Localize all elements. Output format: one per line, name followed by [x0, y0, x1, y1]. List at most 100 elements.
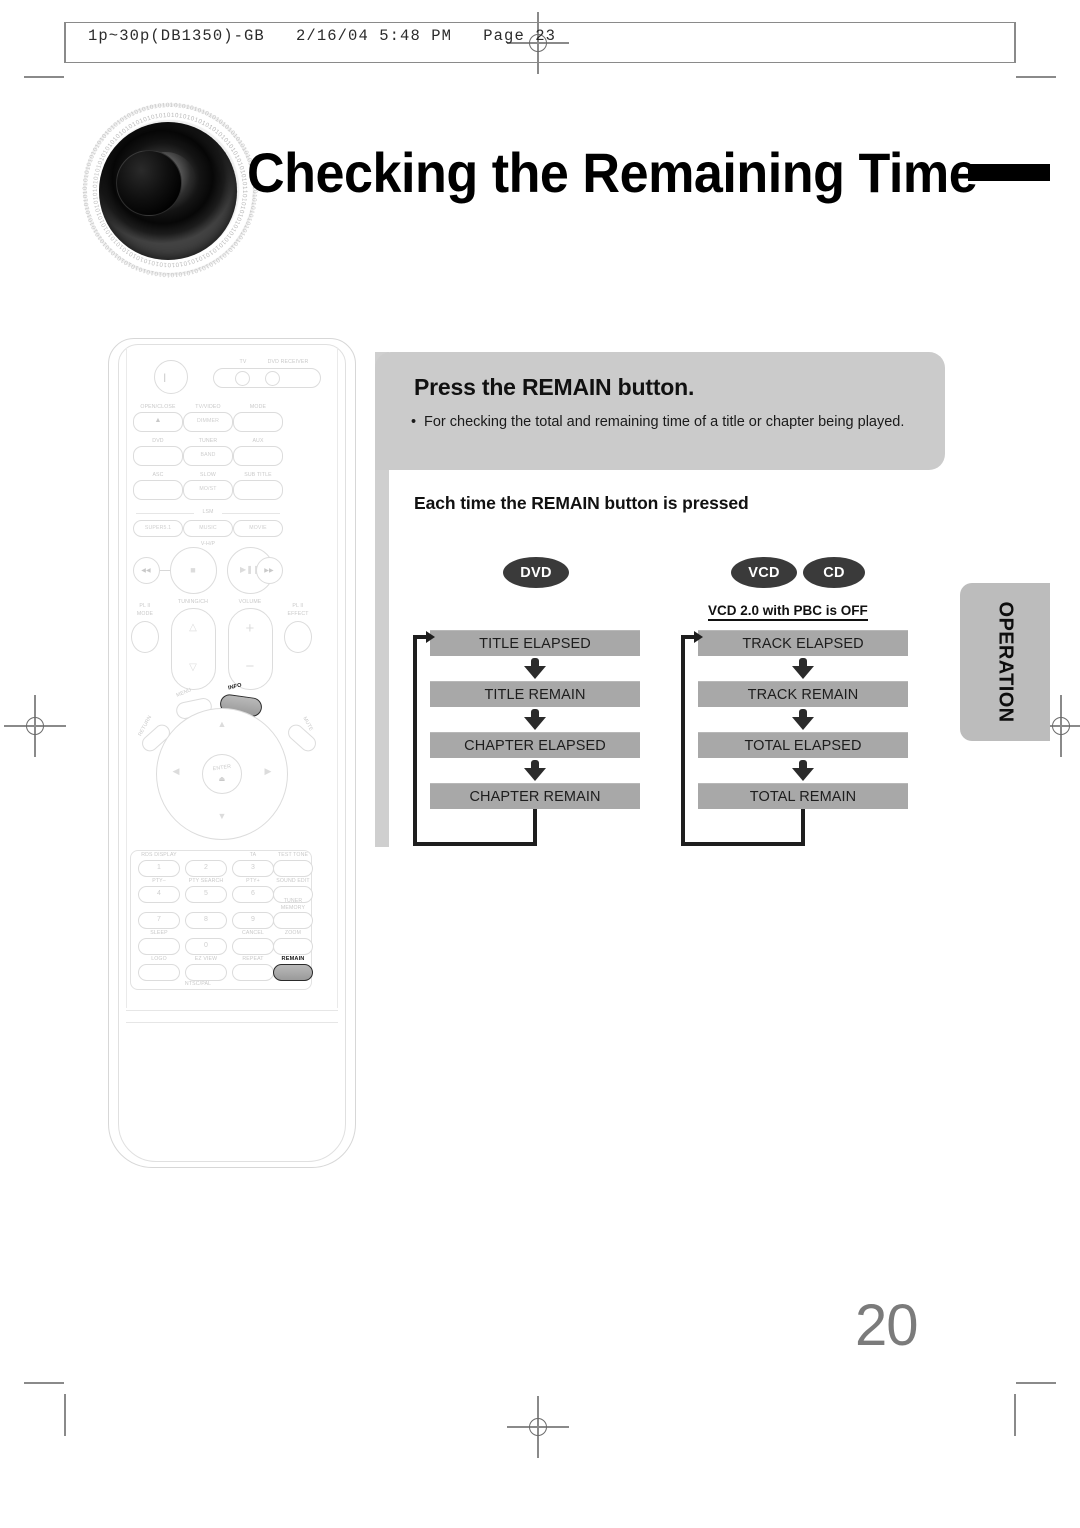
sub-title-label: SUB TITLE	[244, 472, 272, 478]
keypad-label-logo: LOGO	[151, 956, 167, 962]
vhp-label: V-H/P	[200, 541, 216, 547]
pl2-mode-label-2: MODE	[136, 611, 154, 617]
registration-mark-left	[4, 695, 66, 757]
open-close-icon: ▲	[154, 417, 162, 424]
dvd-receiver-toggle-knob[interactable]	[265, 371, 280, 386]
keypad-label-repeat: REPEAT	[242, 956, 264, 962]
flow-step: TRACK REMAIN	[698, 681, 908, 707]
super51-label: SUPER5.1	[144, 525, 172, 531]
badge-dvd: DVD	[503, 557, 569, 588]
keypad-label-tuner-memory: TUNER	[283, 898, 303, 904]
lsm-label: LSM	[202, 509, 214, 515]
flow-arrow-down-icon	[792, 709, 814, 730]
keypad-button-zoom[interactable]	[273, 938, 313, 955]
pl2-effect-button[interactable]	[284, 621, 312, 653]
keypad-label-test-tone: TEST TONE	[277, 852, 309, 858]
tuning-ch-label: TUNING/CH	[177, 599, 209, 605]
keypad-number-7: 7	[157, 916, 161, 923]
movie-label: MOVIE	[249, 525, 267, 531]
mode-label: MODE	[249, 404, 267, 410]
power-button[interactable]	[154, 360, 188, 394]
keypad-label-pty-: PTY+	[246, 878, 260, 884]
nav-up-icon: ▲	[217, 719, 227, 729]
speaker-disc-icon: 0101010101010101010101010101010101010101…	[62, 84, 277, 299]
page-number: 20	[855, 1293, 919, 1358]
keypad-button-sleep[interactable]	[138, 938, 180, 955]
tv-toggle-knob[interactable]	[235, 371, 250, 386]
instruction-heading: Press the REMAIN button.	[414, 374, 695, 400]
dimmer-label: DIMMER	[197, 418, 219, 424]
keypad-button-ez-view[interactable]	[185, 964, 227, 981]
enter-button[interactable]	[202, 754, 242, 794]
keypad-button-cancel[interactable]	[232, 938, 274, 955]
title-dash-decoration	[968, 164, 1050, 181]
keypad-number-8: 8	[204, 916, 208, 923]
keypad-number-6: 6	[251, 890, 255, 897]
trim-mark-bottom-right-h	[1016, 1382, 1056, 1384]
tuner-label: TUNER	[198, 438, 218, 444]
flow-diagram-dvd: TITLE ELAPSED TITLE REMAIN CHAPTER ELAPSED…	[410, 630, 650, 846]
lsm-divider-right	[222, 513, 280, 514]
keypad-number-9: 9	[251, 916, 255, 923]
flow-arrow-down-icon	[524, 658, 546, 679]
lsm-divider-left	[136, 513, 194, 514]
flow-arrow-down-icon	[524, 760, 546, 781]
enter-icon: ⏏	[218, 776, 226, 783]
tuning-down-icon: ▽	[189, 662, 197, 673]
aux-button[interactable]	[233, 446, 283, 466]
keypad-button-repeat[interactable]	[232, 964, 274, 981]
flow-diagram-vcd-cd: TRACK ELAPSED TRACK REMAIN TOTAL ELAPSED TO…	[678, 630, 918, 846]
mode-button[interactable]	[233, 412, 283, 432]
side-tab-label: OPERATION	[994, 601, 1017, 723]
nav-right-icon: ▶	[264, 766, 272, 776]
sub-title-button[interactable]	[233, 480, 283, 500]
tv-video-label: TV/VIDEO	[195, 404, 221, 410]
keypad-button-tuner-memory[interactable]	[273, 912, 313, 929]
asc-button[interactable]	[133, 480, 183, 500]
flow-step: TOTAL ELAPSED	[698, 732, 908, 758]
volume-up-icon: +	[245, 620, 255, 637]
slow-label: SLOW	[200, 472, 216, 478]
keypad-button-test-tone[interactable]	[273, 860, 313, 877]
asc-label: ASC	[152, 472, 164, 478]
pl2-mode-button[interactable]	[131, 621, 159, 653]
trim-mark-top-right-v	[1014, 22, 1016, 62]
trim-mark-top-left-h	[24, 76, 64, 78]
open-close-label: OPEN/CLOSE	[140, 404, 176, 410]
aux-label: AUX	[252, 438, 264, 444]
instruction-bullet: • For checking the total and remaining t…	[411, 413, 906, 432]
remote-lower-divider-1	[126, 1010, 338, 1011]
flow-step: TRACK ELAPSED	[698, 630, 908, 656]
keypad-label-remain: REMAIN	[281, 956, 305, 962]
keypad-label-ta: TA	[249, 852, 257, 858]
keypad-button-logo[interactable]	[138, 964, 180, 981]
nav-down-icon: ▼	[217, 811, 227, 821]
header-rule-bottom	[64, 62, 1016, 64]
tuning-up-icon: △	[189, 622, 197, 633]
pl2-effect-label-1: PL II	[292, 603, 304, 609]
tv-label: TV	[239, 359, 247, 365]
remote-lower-divider-2	[126, 1022, 338, 1023]
keypad-label-zoom: ZOOM	[284, 930, 302, 936]
previous-icon: ◀◀	[141, 568, 151, 574]
flow-step: TITLE REMAIN	[430, 681, 640, 707]
keypad-number-5: 5	[204, 890, 208, 897]
trim-mark-bottom-left-h	[24, 1382, 64, 1384]
keypad-button-remain[interactable]	[273, 964, 313, 981]
keypad-label-tuner-memory: MEMORY	[280, 905, 306, 911]
tuning-ch-rocker[interactable]	[171, 608, 216, 690]
bullet-text: For checking the total and remaining tim…	[424, 414, 905, 430]
keypad-label-pty-: PTY–	[152, 878, 166, 884]
dvd-source-button[interactable]	[133, 446, 183, 466]
trim-mark-bottom-left-v	[64, 1394, 66, 1436]
header-rule-top	[64, 22, 1016, 24]
registration-mark-bottom	[507, 1396, 569, 1458]
keypad-number-4: 4	[157, 890, 161, 897]
badge-cd: CD	[803, 557, 865, 588]
stop-icon: ■	[190, 565, 196, 575]
keypad-number-2: 2	[204, 864, 208, 871]
flow-step: CHAPTER REMAIN	[430, 783, 640, 809]
trim-mark-top-left-v	[64, 22, 66, 62]
flow-arrow-down-icon	[792, 658, 814, 679]
pl2-effect-label-2: EFFECT	[287, 611, 309, 617]
